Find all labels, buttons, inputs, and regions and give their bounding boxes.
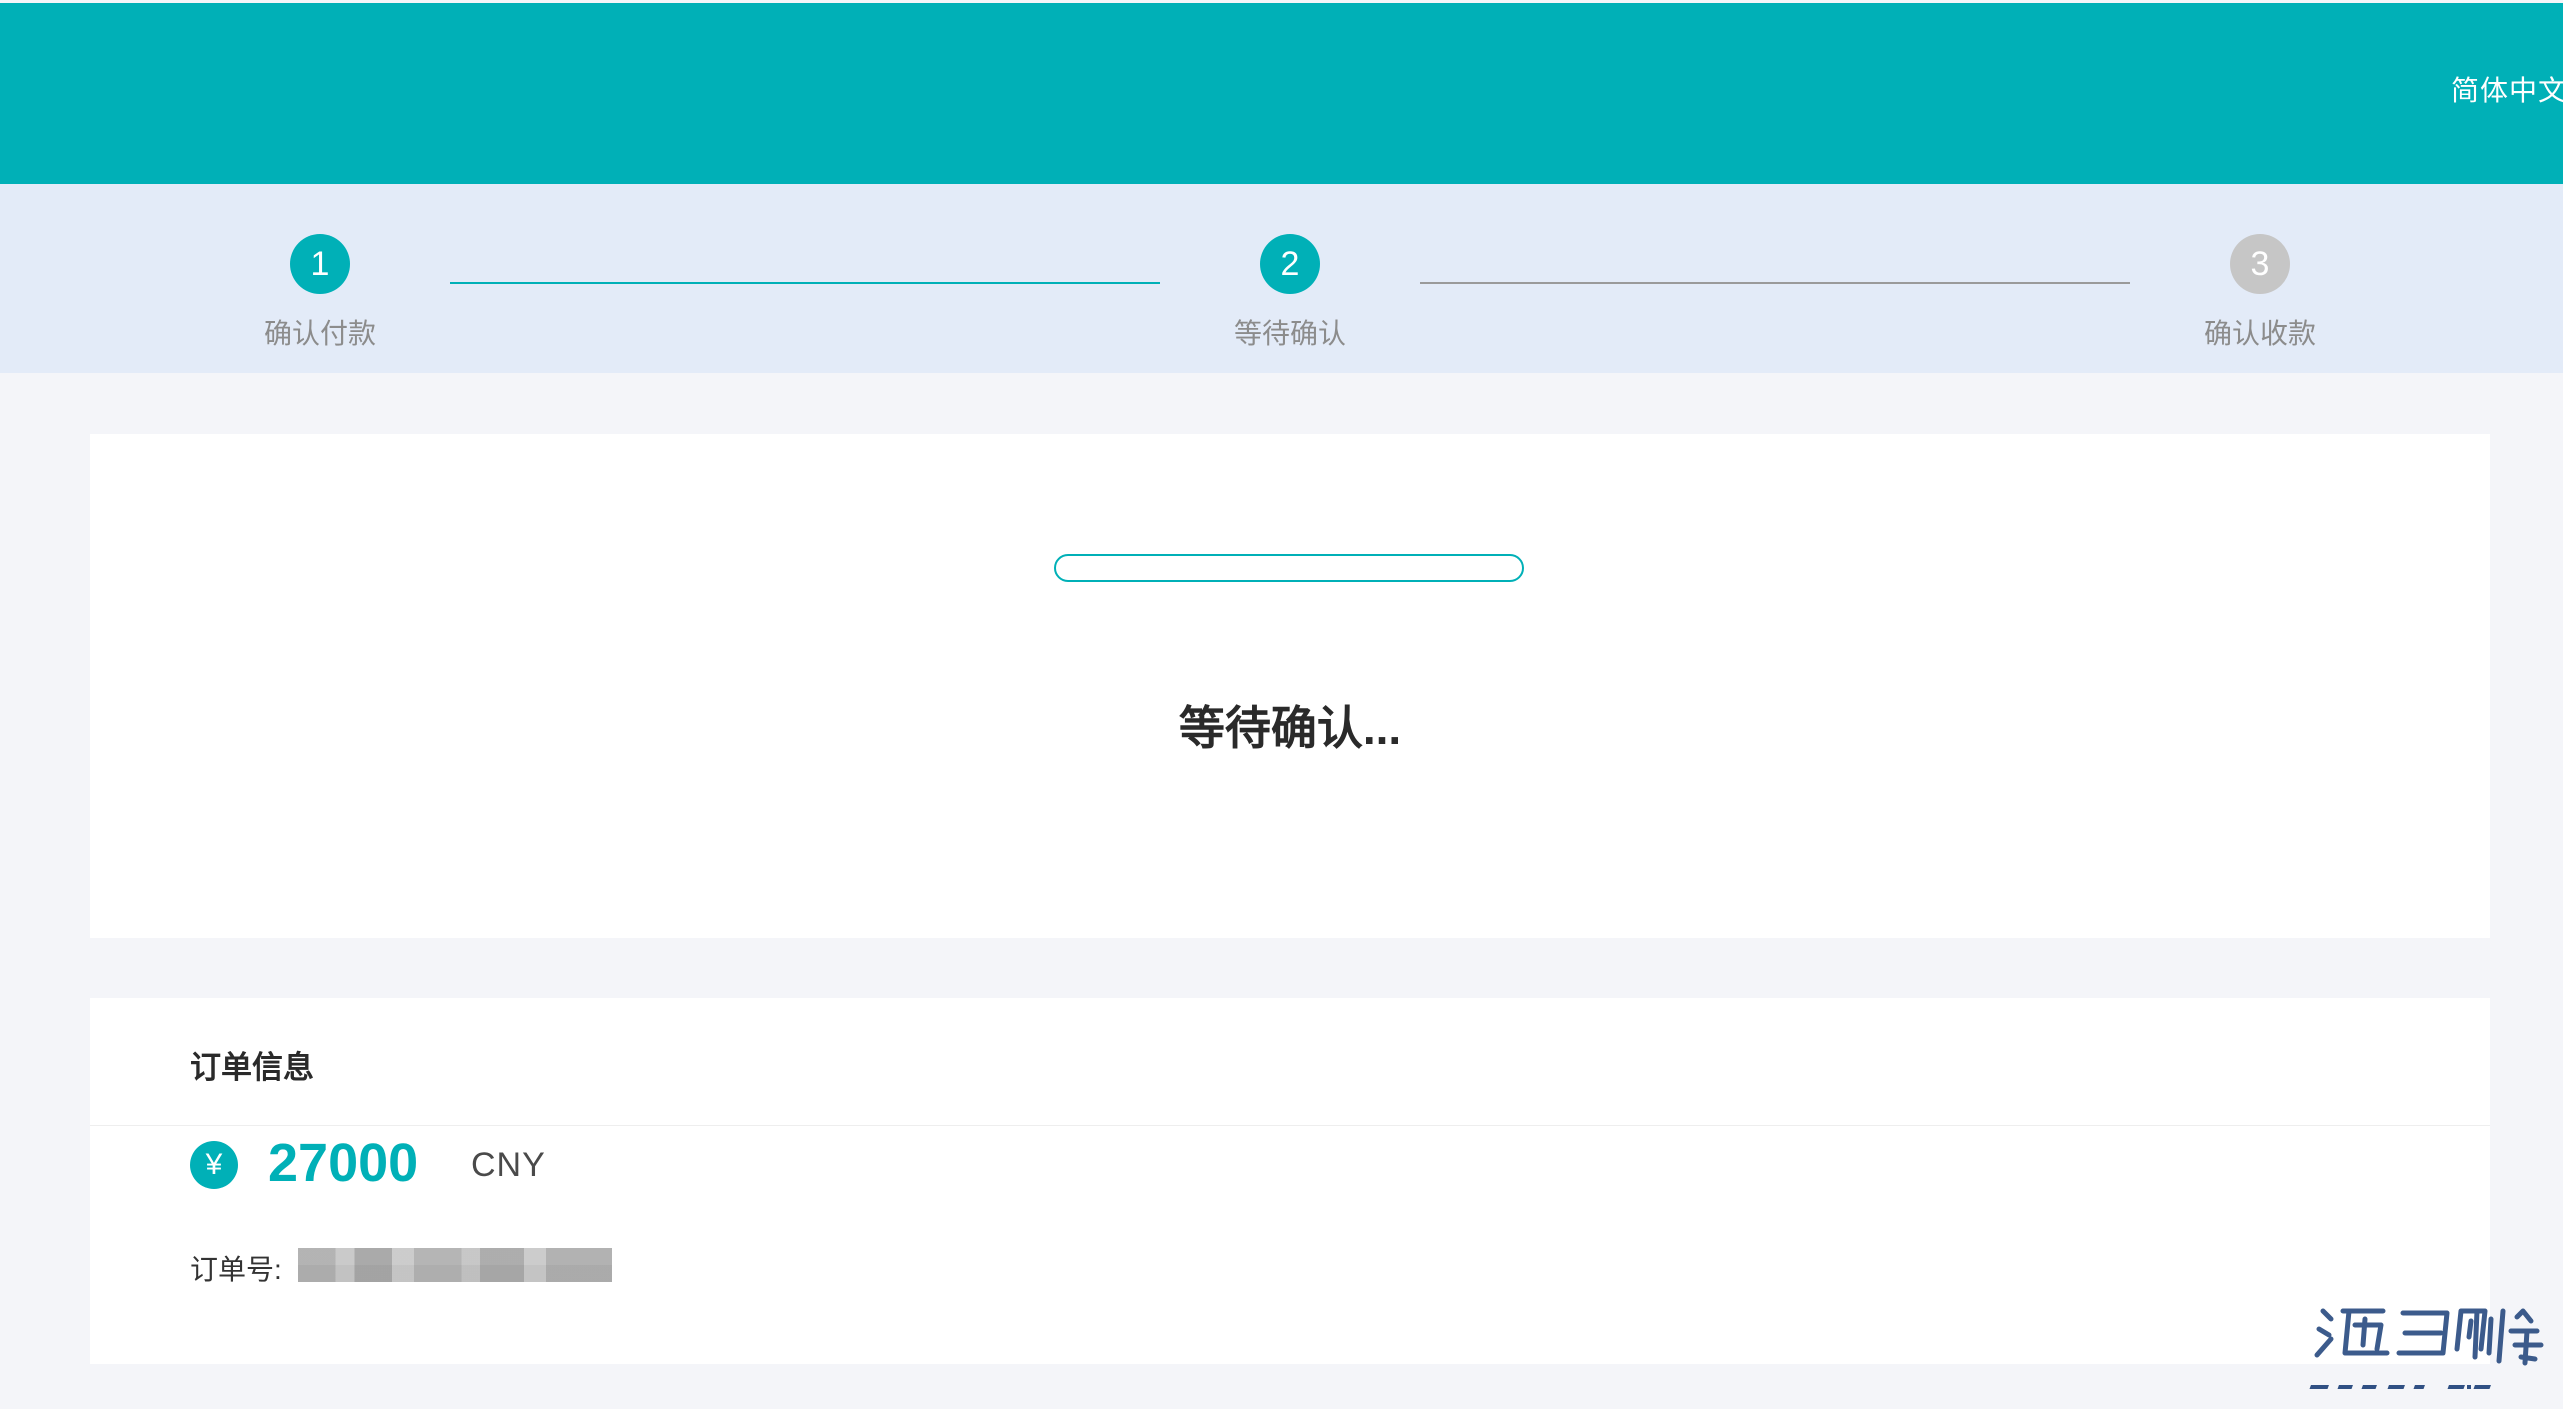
order-amount: 27000	[268, 1133, 419, 1193]
step-connector-2	[1420, 282, 2130, 284]
step-await-confirmation: 2 等待确认	[1190, 234, 1390, 352]
order-info-card: 订单信息 ¥ 27000 CNY 订单号:	[90, 998, 2490, 1364]
status-card: 等待确认...	[90, 434, 2490, 938]
waiting-progress-bar	[1054, 554, 1524, 582]
step-3-label: 确认收款	[2203, 318, 2316, 349]
order-currency: CNY	[471, 1146, 546, 1184]
step-1-number: 1	[290, 234, 350, 294]
top-header-bar: 简体中文	[0, 3, 2563, 184]
order-number-value-redacted	[298, 1248, 612, 1282]
order-info-title: 订单信息	[190, 1050, 314, 1085]
step-connector-1	[450, 282, 1160, 284]
step-confirm-payment: 1 确认付款	[220, 234, 420, 352]
order-number-label: 订单号:	[190, 1254, 282, 1285]
yen-icon: ¥	[190, 1141, 238, 1189]
step-3-number: 3	[2230, 234, 2290, 294]
divider	[90, 1125, 2490, 1126]
step-confirm-receipt: 3 确认收款	[2160, 234, 2360, 352]
language-selector[interactable]: 简体中文	[2451, 69, 2563, 109]
step-1-label: 确认付款	[263, 318, 376, 349]
step-2-label: 等待确认	[1233, 318, 1346, 349]
progress-steps: 1 确认付款 2 等待确认 3 确认收款	[0, 184, 2563, 373]
step-2-number: 2	[1260, 234, 1320, 294]
status-message: 等待确认...	[1178, 702, 1402, 754]
